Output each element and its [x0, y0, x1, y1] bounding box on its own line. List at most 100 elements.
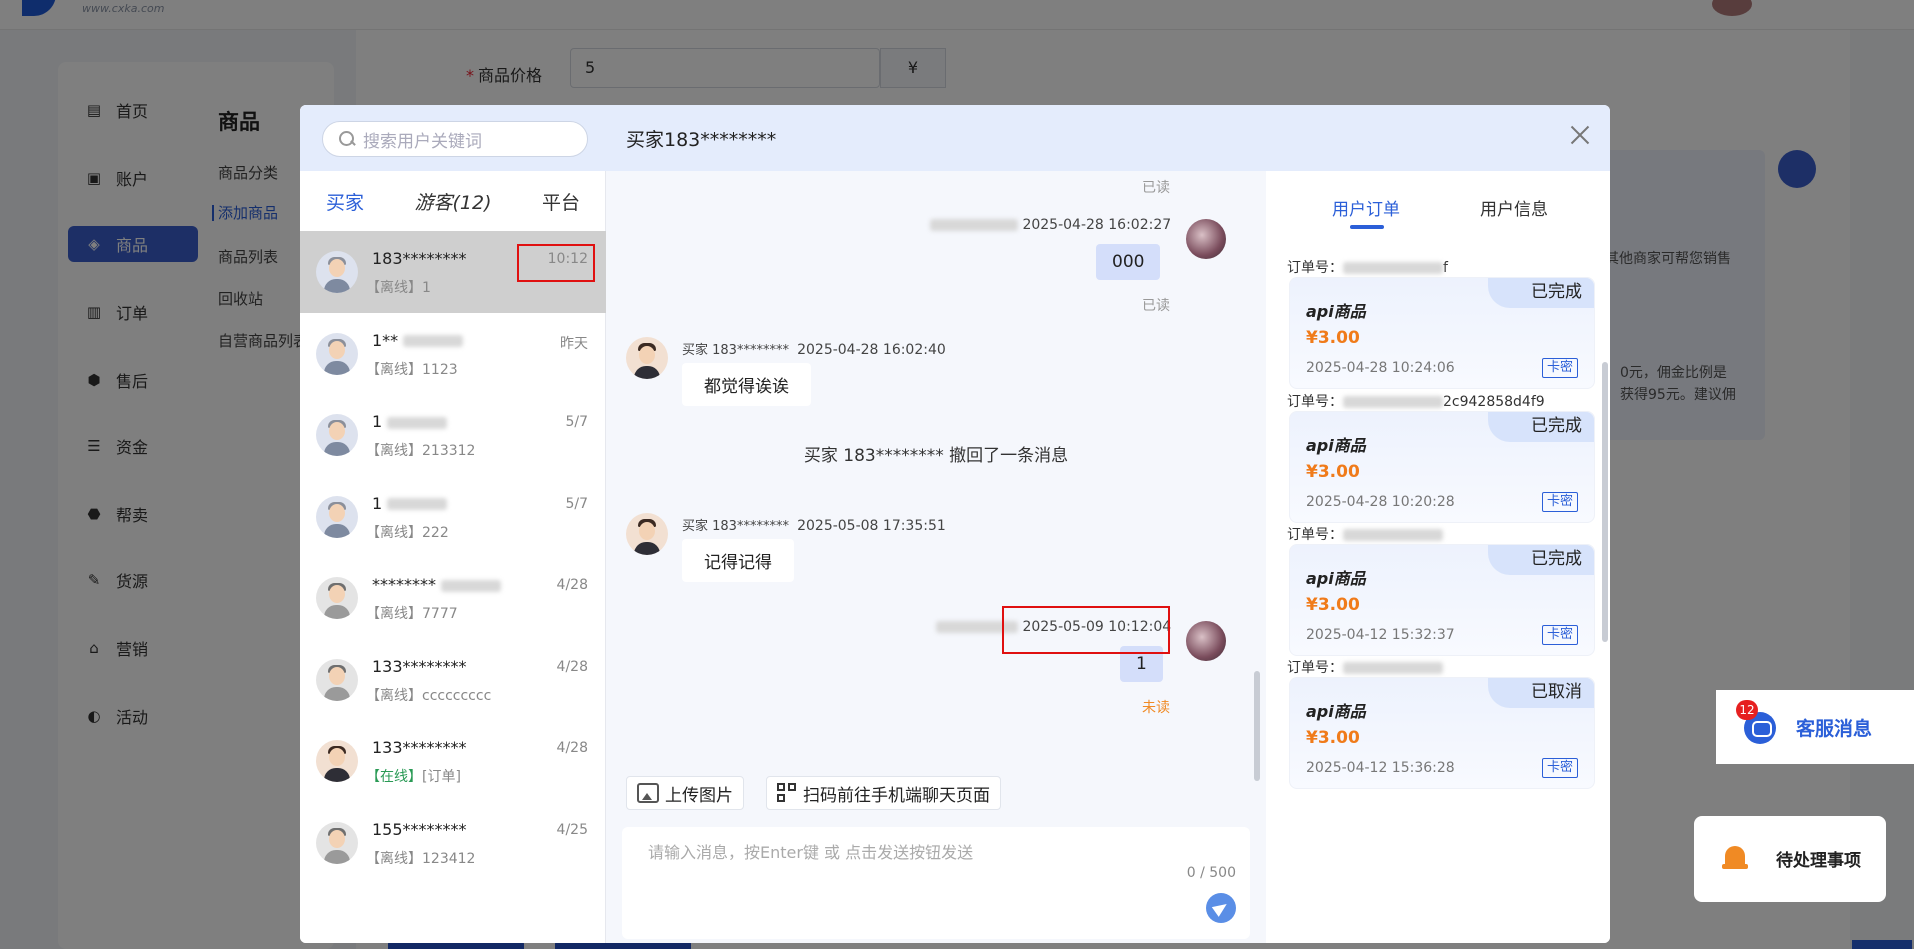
search-input[interactable]: 搜索用户关键词 [322, 121, 588, 157]
user-time: 4/28 [556, 740, 588, 756]
highlight-box [517, 244, 595, 282]
order-card[interactable]: 已取消 api商品 ¥3.00 2025-04-12 15:36:28 卡密 [1289, 677, 1595, 789]
user-list-item[interactable]: 1 5/7 【离线】222 [300, 476, 606, 558]
char-count: 0 / 500 [1186, 865, 1236, 881]
order-number: 订单号： f [1287, 260, 1448, 276]
close-icon[interactable] [1568, 123, 1592, 147]
user-name: 1 [372, 412, 448, 431]
qr-code-icon [777, 783, 797, 803]
message-bubble: 000 [1096, 244, 1161, 280]
user-avatar [316, 740, 358, 782]
message-bubble: 记得记得 [682, 539, 794, 582]
order-price: ¥3.00 [1306, 328, 1360, 348]
order-card[interactable]: 已完成 api商品 ¥3.00 2025-04-12 15:32:37 卡密 [1289, 544, 1595, 656]
user-avatar [316, 577, 358, 619]
user-name: 133******** [372, 738, 467, 757]
user-avatar [316, 251, 358, 293]
user-name: 1** [372, 331, 464, 350]
user-preview: 【离线】ccccccccc [366, 687, 492, 704]
user-avatar [316, 658, 358, 701]
user-preview: 【离线】123412 [366, 850, 476, 867]
image-icon [637, 783, 659, 803]
product-name: api商品 [1306, 569, 1366, 588]
qr-chat-button[interactable]: 扫码前往手机端聊天页面 [766, 776, 1001, 810]
user-time: 5/7 [565, 495, 588, 512]
user-list-item[interactable]: 155******** 4/25 【离线】123412 [300, 802, 606, 884]
search-placeholder: 搜索用户关键词 [363, 131, 482, 152]
buyer-avatar [626, 337, 668, 379]
user-avatar [316, 414, 358, 456]
order-scrollbar[interactable] [1602, 362, 1608, 642]
user-list-item[interactable]: 133******** 4/28 【离线】ccccccccc [300, 639, 606, 721]
order-time: 2025-04-12 15:32:37 [1306, 627, 1455, 643]
user-time: 4/28 [556, 577, 588, 593]
message-area: 已读 2025-04-28 16:02:27 000 已读 买家 183****… [606, 171, 1266, 761]
search-icon [339, 131, 355, 147]
tab-user-orders[interactable]: 用户订单 [1332, 195, 1400, 220]
upload-image-button[interactable]: 上传图片 [626, 776, 744, 810]
chat-dialog: 搜索用户关键词 买家 游客(12) 平台 183******** 10:12 【离线… [300, 105, 1610, 943]
user-preview: 【离线】222 [366, 524, 449, 541]
order-price: ¥3.00 [1306, 595, 1360, 615]
message-meta: 2025-04-28 16:02:27 [930, 217, 1171, 233]
user-tabs: 买家 游客(12) 平台 [300, 171, 606, 231]
tab-platform[interactable]: 平台 [542, 188, 580, 215]
user-time: 5/7 [565, 414, 588, 430]
user-time: 4/25 [556, 821, 588, 838]
todo-widget[interactable]: 待处理事项 [1694, 816, 1886, 902]
order-status: 已完成 [1488, 412, 1594, 442]
chat-header: 买家183******** [606, 105, 1610, 171]
user-name: 155******** [372, 819, 467, 839]
user-list-item[interactable]: ******** 4/28 【离线】7777 [300, 557, 606, 639]
order-panel: 用户订单 用户信息 订单号： f 已完成 api商品 ¥3.00 2025-04-28 1… [1266, 171, 1610, 943]
order-number: 订单号： [1287, 524, 1443, 544]
cs-label: 客服消息 [1796, 718, 1873, 740]
product-name: api商品 [1306, 302, 1366, 321]
order-price: ¥3.00 [1306, 728, 1360, 748]
order-time: 2025-04-28 10:20:28 [1306, 494, 1455, 510]
tab-buyer[interactable]: 买家 [326, 188, 364, 215]
highlight-box [1002, 606, 1170, 654]
card-key-tag: 卡密 [1541, 625, 1578, 645]
user-list-item[interactable]: 1 5/7 【离线】213312 [300, 394, 606, 476]
chat-panel: 已读 2025-04-28 16:02:27 000 已读 买家 183****… [606, 171, 1266, 943]
user-list-item[interactable]: 1** 昨天【离线】1123 [300, 313, 606, 395]
tab-user-info[interactable]: 用户信息 [1480, 195, 1548, 220]
order-status: 已完成 [1488, 545, 1594, 575]
unread-status: 未读 [1142, 700, 1170, 716]
user-name: ******** [372, 575, 502, 594]
user-name: 1 [372, 494, 448, 513]
bell-icon [1722, 844, 1748, 872]
card-key-tag: 卡密 [1541, 758, 1578, 778]
user-list: 183******** 10:12 【离线】1 1** 昨天 【离线】1123 1 5/7… [300, 231, 606, 883]
order-number: 订单号： [1287, 657, 1443, 677]
search-area: 搜索用户关键词 [300, 105, 606, 171]
tab-indicator [1350, 225, 1384, 229]
card-key-tag: 卡密 [1541, 492, 1578, 512]
buyer-avatar [626, 513, 668, 555]
order-time: 2025-04-28 10:24:06 [1306, 360, 1455, 376]
self-avatar [1186, 621, 1226, 661]
customer-service-widget[interactable]: 12 客服消息 [1716, 690, 1914, 764]
user-avatar [316, 332, 358, 375]
order-card[interactable]: 已完成 api商品 ¥3.00 2025-04-28 10:20:28 卡密 [1289, 411, 1595, 523]
user-list-panel: 搜索用户关键词 买家 游客(12) 平台 183******** 10:12 【离线… [300, 105, 606, 943]
user-preview: 【离线】1123 [366, 361, 458, 378]
order-status: 已完成 [1488, 278, 1594, 308]
message-input[interactable]: 请输入消息，按Enter键 或 点击发送按钮发送 0 / 500 [622, 827, 1250, 939]
user-preview: 【离线】7777 [366, 606, 458, 622]
chat-scrollbar[interactable] [1254, 671, 1260, 781]
user-time: 昨天 [560, 335, 588, 352]
user-avatar [316, 495, 358, 538]
order-card[interactable]: 已完成 api商品 ¥3.00 2025-04-28 10:24:06 卡密 [1289, 277, 1595, 389]
read-status: 已读 [1142, 180, 1170, 196]
order-status: 已取消 [1488, 678, 1594, 708]
user-preview: 【离线】213312 [366, 443, 476, 459]
user-name: 183******** [372, 249, 467, 268]
user-avatar [316, 821, 358, 864]
tab-visitor[interactable]: 游客(12) [414, 188, 491, 215]
unread-badge: 12 [1736, 700, 1758, 720]
message-bubble: 都觉得诶诶 [682, 363, 811, 406]
send-button[interactable] [1206, 893, 1236, 923]
user-list-item[interactable]: 133******** 4/28 【在线】[订单] [300, 720, 606, 802]
